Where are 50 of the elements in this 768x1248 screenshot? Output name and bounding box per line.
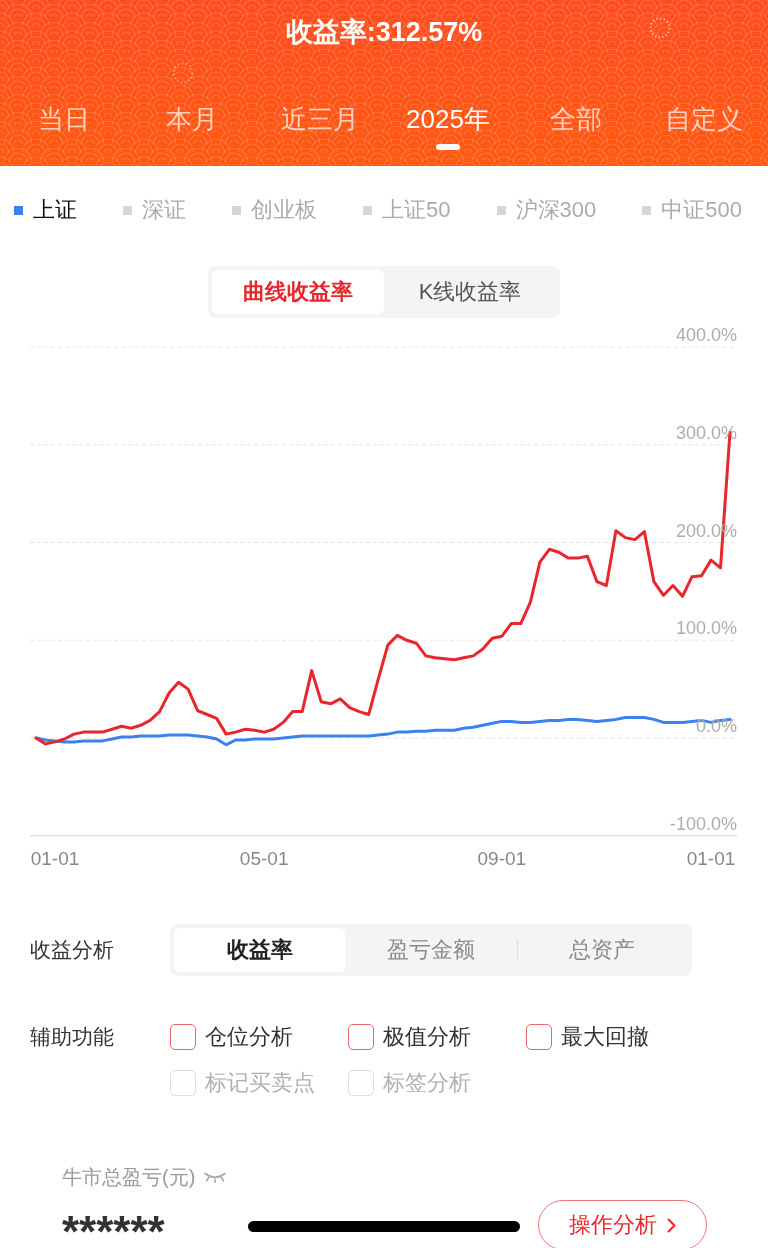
- axis-label: -100.0%: [669, 813, 737, 834]
- axis-label: 01-01: [686, 848, 736, 869]
- benchmark-option[interactable]: 沪深300: [496, 194, 597, 226]
- axis-label: 300.0%: [675, 422, 737, 443]
- period-tab[interactable]: 当日: [0, 102, 128, 150]
- benchmark-option[interactable]: 中证500: [642, 194, 742, 226]
- benchmark-option[interactable]: 上证50: [363, 194, 451, 226]
- checkbox-label: 最大回撤: [561, 1023, 649, 1051]
- chart-mode-tab[interactable]: 曲线收益率: [212, 270, 384, 314]
- square-marker-icon: [232, 205, 242, 215]
- period-tab[interactable]: 近三月: [256, 102, 384, 150]
- section-label: 辅助功能: [29, 1024, 115, 1050]
- period-tab[interactable]: 自定义: [640, 102, 768, 150]
- benchmark-option[interactable]: 深证: [123, 194, 186, 226]
- checkbox[interactable]: [170, 1024, 196, 1050]
- benchmark-option[interactable]: 上证: [14, 194, 77, 226]
- checkbox-label: 极值分析: [383, 1023, 471, 1051]
- square-marker-icon: [123, 205, 132, 215]
- analysis-tab[interactable]: 收益率: [174, 928, 346, 972]
- axis-label: 100.0%: [675, 618, 737, 639]
- square-marker-icon: [496, 205, 506, 215]
- closed-eye-icon[interactable]: [203, 1171, 228, 1183]
- dotted-ring-icon: [649, 17, 671, 39]
- axis-label: 400.0%: [675, 325, 737, 345]
- square-marker-icon: [642, 205, 652, 215]
- return-rate-title: 收益率:312.57%: [285, 16, 483, 49]
- section-label: 收益分析: [29, 937, 115, 963]
- period-tab[interactable]: 全部: [512, 102, 640, 150]
- hidden-amount: ******: [62, 1206, 165, 1248]
- checkbox-label: 标记买卖点: [205, 1069, 315, 1097]
- chevron-icon: [667, 1217, 676, 1233]
- period-tab[interactable]: 2025年: [384, 102, 512, 150]
- axis-label: 09-01: [477, 848, 527, 869]
- axis-label: 0.0%: [695, 716, 737, 736]
- analysis-tab[interactable]: 盈亏金额: [345, 928, 517, 972]
- dotted-ring-icon: [172, 62, 194, 84]
- square-marker-icon: [363, 205, 373, 215]
- checkbox-label: 仓位分析: [205, 1023, 293, 1051]
- chart-mode-tab[interactable]: K线收益率: [384, 270, 556, 314]
- axis-label: 05-01: [239, 848, 289, 869]
- total-profit-label: 牛市总盈亏(元): [62, 1164, 196, 1190]
- checkbox-label: 标签分析: [383, 1069, 471, 1097]
- square-marker-icon: [14, 205, 23, 215]
- operation-analysis-button[interactable]: 操作分析: [538, 1200, 707, 1248]
- analysis-tab[interactable]: 总资产: [516, 928, 688, 972]
- checkbox[interactable]: [348, 1024, 374, 1050]
- checkbox[interactable]: [526, 1024, 552, 1050]
- axis-label: 01-01: [30, 848, 80, 869]
- benchmark-option[interactable]: 创业板: [232, 194, 318, 226]
- period-tab[interactable]: 本月: [128, 102, 256, 150]
